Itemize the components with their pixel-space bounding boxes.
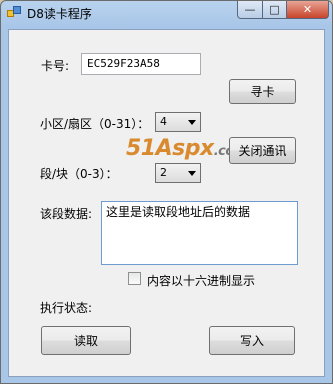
sector-select[interactable]: 4 [155,112,201,132]
maximize-button[interactable]: □ [262,1,287,19]
write-button[interactable]: 写入 [209,326,295,355]
segment-data-label: 该段数据: [40,207,93,221]
read-button[interactable]: 读取 [41,326,131,355]
block-label: 段/块（0-3）： [40,167,118,181]
close-button[interactable]: ✕ [286,1,329,19]
execution-status-label: 执行状态: [40,301,93,315]
app-window: D8读卡程序 — □ ✕ 卡号: EC529F23A58 寻卡 小区/扇区（0-… [0,0,333,384]
segment-data-textarea[interactable]: 这里是读取段地址后的数据 [101,201,298,265]
hex-display-checkbox[interactable] [128,272,141,285]
maximize-icon: □ [269,3,280,16]
app-icon [7,6,21,18]
block-selected-value: 2 [160,166,167,179]
form-client-area: 卡号: EC529F23A58 寻卡 小区/扇区（0-31）： 4 51Aspx… [8,29,325,377]
close-icon: ✕ [302,3,313,16]
sector-label: 小区/扇区（0-31）： [40,117,150,131]
window-title: D8读卡程序 [27,7,92,21]
sector-selected-value: 4 [160,115,167,128]
chevron-down-icon [188,171,196,176]
card-number-input[interactable]: EC529F23A58 [81,53,201,75]
find-card-button[interactable]: 寻卡 [229,79,296,104]
close-communication-button[interactable]: 关闭通讯 [229,137,296,164]
minimize-icon: — [244,3,256,16]
title-bar[interactable]: D8读卡程序 — □ ✕ [1,1,332,25]
chevron-down-icon [188,120,196,125]
hex-display-label[interactable]: 内容以十六进制显示 [147,272,255,289]
minimize-button[interactable]: — [237,1,263,19]
card-number-label: 卡号: [41,59,70,73]
block-select[interactable]: 2 [155,163,201,183]
